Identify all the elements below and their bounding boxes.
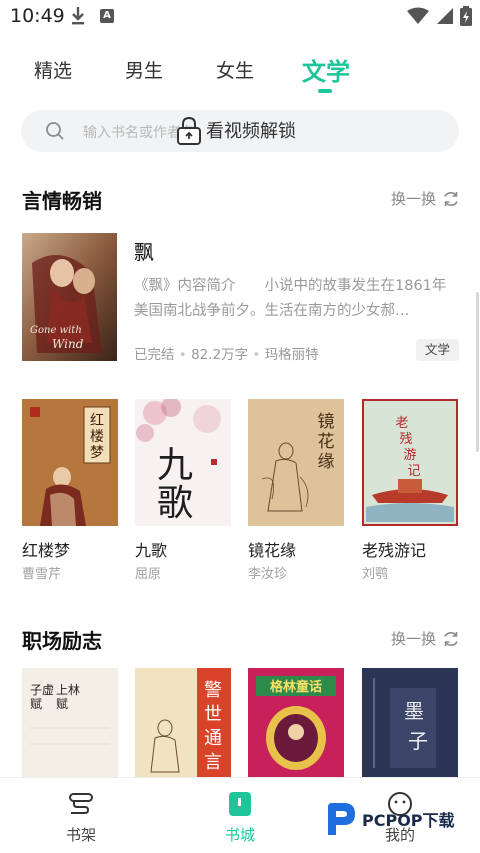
genre-tag: 文学 xyxy=(416,339,459,361)
svg-text:世: 世 xyxy=(204,704,222,725)
unlock-text: 看视频解锁 xyxy=(206,121,296,142)
signal-icon xyxy=(437,8,453,24)
refresh-label: 换一换 xyxy=(390,630,436,648)
svg-text:花: 花 xyxy=(318,432,335,452)
book-cover-jinghua[interactable]: 镜 花 缘 xyxy=(248,399,344,526)
lock-icon xyxy=(177,116,201,145)
book-cover-jingshi[interactable]: 警 世 通 言 xyxy=(135,668,231,778)
svg-text:言: 言 xyxy=(204,752,222,773)
app-notification-icon: A xyxy=(100,9,114,23)
svg-text:Wind: Wind xyxy=(52,337,84,351)
video-unlock-overlay[interactable]: 看视频解锁 xyxy=(176,115,296,145)
category-tabs: 精选 男生 女生 文学 xyxy=(0,52,480,92)
svg-text:子: 子 xyxy=(408,729,428,753)
battery-icon xyxy=(460,6,472,26)
book-title[interactable]: 红楼梦 xyxy=(22,537,70,561)
featured-book-cover[interactable]: Gone with Wind xyxy=(22,233,117,361)
bookshelf-icon xyxy=(69,793,93,814)
book-title[interactable]: 九歌 xyxy=(135,537,167,561)
book-word-count: 82.2万字 xyxy=(191,347,249,363)
tab-nvsheng[interactable]: 女生 xyxy=(216,56,254,83)
refresh-icon xyxy=(444,631,458,646)
svg-text:警: 警 xyxy=(204,680,222,701)
book-author: 玛格丽特 xyxy=(264,347,319,363)
featured-book-description: 《飘》内容简介 小说中的故事发生在1861年美国南北战争前夕。生活在南方的少女郝… xyxy=(134,278,447,319)
book-status: 已完结 xyxy=(134,347,175,363)
tab-jingxuan[interactable]: 精选 xyxy=(34,56,72,83)
wifi-icon xyxy=(407,7,429,24)
book-cover-honglou[interactable]: 红 楼 梦 xyxy=(22,399,118,526)
tab-nansheng[interactable]: 男生 xyxy=(125,56,163,83)
svg-text:歌: 歌 xyxy=(157,483,193,524)
section-title-zhichang: 职场励志 xyxy=(22,629,102,653)
book-title[interactable]: 镜花缘 xyxy=(248,537,296,561)
download-icon xyxy=(70,6,86,30)
svg-text:通: 通 xyxy=(204,728,222,749)
featured-book-meta: 已完结 • 82.2万字 • 玛格丽特 xyxy=(134,347,319,363)
search-icon xyxy=(45,121,65,145)
svg-text:游: 游 xyxy=(403,448,416,463)
svg-text:缘: 缘 xyxy=(318,452,335,472)
svg-text:赋: 赋 xyxy=(30,697,42,711)
svg-text:镜: 镜 xyxy=(318,412,335,432)
featured-book-title[interactable]: 飘 xyxy=(134,236,154,265)
status-indicators xyxy=(406,6,472,26)
svg-text:楼: 楼 xyxy=(90,429,104,445)
svg-text:九: 九 xyxy=(157,445,193,486)
pcpop-logo-icon xyxy=(328,803,355,835)
nav-bookshelf[interactable]: 书架 xyxy=(46,790,116,845)
svg-text:子虚: 子虚 xyxy=(30,683,54,697)
svg-text:红: 红 xyxy=(90,413,104,429)
nav-bookstore[interactable]: 书城 xyxy=(205,790,275,845)
svg-text:墨: 墨 xyxy=(404,699,424,723)
section-title-yanqing: 言情畅销 xyxy=(22,189,102,213)
svg-text:老: 老 xyxy=(395,416,408,431)
book-cover-jiuge[interactable]: 九 歌 xyxy=(135,399,231,526)
svg-text:梦: 梦 xyxy=(90,445,104,461)
svg-text:Gone with: Gone with xyxy=(30,325,82,336)
svg-text:格林童话: 格林童话 xyxy=(270,679,322,695)
svg-text:残: 残 xyxy=(399,432,412,447)
book-cover-mozi[interactable]: 墨 子 xyxy=(362,668,458,778)
search-bar[interactable]: 输入书名或作者名 看视频解锁 xyxy=(21,110,459,152)
refresh-button[interactable]: 换一换 xyxy=(391,628,460,649)
refresh-button[interactable]: 换一换 xyxy=(391,188,460,209)
svg-text:上林: 上林 xyxy=(56,683,80,697)
nav-label: 书城 xyxy=(224,826,255,844)
pcpop-watermark: PCPOP下载 xyxy=(324,801,455,837)
book-cover-laocan[interactable]: 老 残 游 记 xyxy=(362,399,458,526)
status-bar: 10:49 A xyxy=(0,0,480,34)
bookstore-icon xyxy=(229,792,251,816)
status-time: 10:49 xyxy=(10,5,65,27)
refresh-label: 换一换 xyxy=(390,190,436,208)
book-cover-grimm[interactable]: 格林童话 xyxy=(248,668,344,778)
svg-text:赋: 赋 xyxy=(56,697,68,711)
nav-label: 书架 xyxy=(65,826,96,844)
active-tab-indicator xyxy=(318,89,332,93)
book-author: 李汝珍 xyxy=(248,567,288,582)
watermark-text: PCPOP下载 xyxy=(362,811,455,830)
book-title[interactable]: 老残游记 xyxy=(362,537,426,561)
book-author: 屈原 xyxy=(135,567,162,582)
svg-text:记: 记 xyxy=(407,464,420,479)
tab-wenxue[interactable]: 文学 xyxy=(302,52,350,87)
book-author: 曹雪芹 xyxy=(22,567,62,582)
scrollbar[interactable] xyxy=(476,292,479,452)
book-author: 刘鹗 xyxy=(362,567,389,582)
refresh-icon xyxy=(444,191,458,206)
book-cover-zixu[interactable]: 子虚 赋 上林 赋 xyxy=(22,668,118,778)
